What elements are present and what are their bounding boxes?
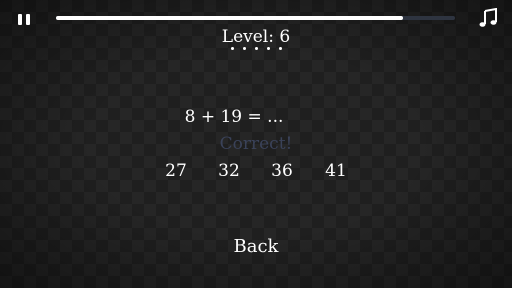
answer-option-4[interactable]: 41 <box>316 160 356 182</box>
level-dot <box>266 47 270 50</box>
answer-option-3[interactable]: 36 <box>262 160 302 182</box>
level-dot <box>254 47 258 50</box>
answer-option-1[interactable]: 27 <box>156 160 196 182</box>
back-button[interactable]: Back <box>206 236 306 258</box>
feedback-text: Correct! <box>219 134 293 154</box>
level-progress-dots <box>0 47 512 50</box>
level-dot <box>230 47 234 50</box>
music-toggle-button[interactable] <box>478 7 498 28</box>
level-label: Level: 6 <box>221 27 291 47</box>
question-text: 8 + 19 = ... <box>184 107 284 127</box>
answer-option-2[interactable]: 32 <box>209 160 249 182</box>
pause-button[interactable] <box>15 11 33 27</box>
pause-icon-bar-right <box>26 13 30 25</box>
pause-icon-bar-left <box>18 13 22 25</box>
music-note-icon <box>479 7 497 27</box>
level-dot <box>278 47 282 50</box>
progress-fill <box>56 16 404 20</box>
progress-bar <box>56 16 455 20</box>
level-dot <box>242 47 246 50</box>
